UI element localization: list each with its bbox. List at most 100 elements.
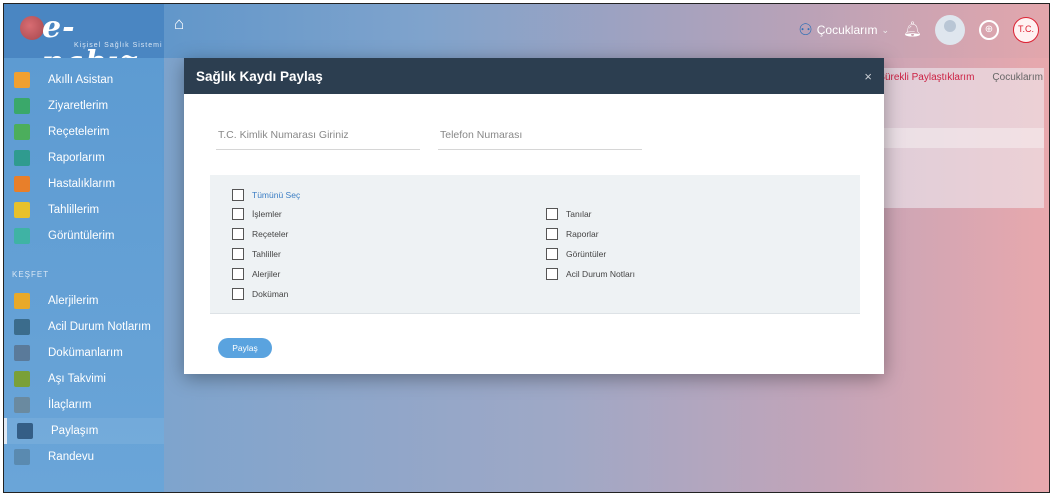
record-type-checkbox[interactable] xyxy=(546,268,558,280)
record-type-option[interactable]: Raporlar xyxy=(546,228,599,240)
record-type-option[interactable]: Tanılar xyxy=(546,208,592,220)
sidebar-item-label: Dokümanlarım xyxy=(48,347,123,359)
record-types-panel: Tümünü Seç İşlemler Reçeteler Tahliller Ale… xyxy=(210,175,860,314)
chevron-down-icon: ⌄ xyxy=(881,24,889,35)
tc-id-input[interactable] xyxy=(216,126,420,150)
ministry-logo[interactable]: T.C. xyxy=(1013,17,1039,43)
record-type-label: Doküman xyxy=(252,289,289,299)
assistant-icon xyxy=(14,72,30,88)
sidebar-item-label: Acil Durum Notlarım xyxy=(48,321,151,333)
recipient-fields xyxy=(216,126,642,150)
record-type-checkbox[interactable] xyxy=(232,268,244,280)
bell-icon[interactable]: 🔔︎ xyxy=(903,21,922,39)
imaging-icon xyxy=(14,228,30,244)
record-type-checkbox[interactable] xyxy=(546,208,558,220)
brand-subtitle: Kişisel Sağlık Sistemi xyxy=(74,42,163,49)
hospital-icon xyxy=(14,98,30,114)
sidebar-item-label: Reçetelerim xyxy=(48,126,110,138)
record-type-label: Raporlar xyxy=(566,229,599,239)
children-dropdown[interactable]: ⚇ Çocuklarım ⌄ xyxy=(798,20,889,40)
record-type-checkbox[interactable] xyxy=(546,248,558,260)
globe-icon[interactable]: ⊕ xyxy=(979,20,999,40)
medicine-icon xyxy=(14,397,30,413)
sidebar-item-label: Görüntülerim xyxy=(48,230,115,242)
emergency-note-icon xyxy=(14,319,30,335)
appointment-icon xyxy=(14,449,30,465)
allergy-icon xyxy=(14,293,30,309)
sidebar-item[interactable]: Acil Durum Notlarım xyxy=(4,314,164,340)
share-icon xyxy=(17,423,33,439)
illness-icon xyxy=(14,176,30,192)
sidebar-section-label: KEŞFET xyxy=(12,270,50,279)
record-type-label: Acil Durum Notları xyxy=(566,269,635,279)
report-icon xyxy=(14,150,30,166)
record-type-label: Görüntüler xyxy=(566,249,607,259)
close-icon[interactable]: × xyxy=(864,69,872,84)
record-type-checkbox[interactable] xyxy=(232,248,244,260)
record-type-option[interactable]: Reçeteler xyxy=(232,228,288,240)
sidebar-item[interactable]: Dokümanlarım xyxy=(4,340,164,366)
home-icon[interactable]: ⌂ xyxy=(174,14,184,34)
tab-continuous-shares[interactable]: Sürekli Paylaştıklarım xyxy=(878,72,974,83)
record-type-label: Alerjiler xyxy=(252,269,281,279)
avatar[interactable] xyxy=(935,15,965,45)
sidebar-item[interactable]: Paylaşım xyxy=(4,418,167,444)
record-type-label: Reçeteler xyxy=(252,229,289,239)
share-record-modal: Sağlık Kaydı Paylaş × Tümünü Seç İşlemle… xyxy=(184,58,884,374)
children-label: Çocuklarım xyxy=(816,23,878,37)
top-bar: e-nabız Kişisel Sağlık Sistemi ⌂ ⚇ Çocuk… xyxy=(4,4,1049,80)
children-icon: ⚇ xyxy=(798,22,813,39)
sidebar-item[interactable]: Görüntülerim xyxy=(4,223,164,249)
document-icon xyxy=(14,345,30,361)
sidebar-item-label: Randevu xyxy=(48,451,95,463)
vaccine-icon xyxy=(14,371,30,387)
record-type-option[interactable]: Doküman xyxy=(232,288,288,300)
phone-input[interactable] xyxy=(438,126,642,150)
select-all-option[interactable]: Tümünü Seç xyxy=(232,189,300,201)
tab-children[interactable]: Çocuklarım xyxy=(992,72,1043,83)
record-type-checkbox[interactable] xyxy=(546,228,558,240)
prescription-icon xyxy=(14,124,30,140)
sidebar-item[interactable]: Raporlarım xyxy=(4,145,164,171)
logo[interactable]: e-nabız Kişisel Sağlık Sistemi xyxy=(4,4,164,80)
sidebar-item-label: Paylaşım xyxy=(51,425,99,437)
record-type-checkbox[interactable] xyxy=(232,288,244,300)
record-type-option[interactable]: İşlemler xyxy=(232,208,282,220)
logo-mark-icon xyxy=(20,16,44,40)
sidebar-item[interactable]: Randevu xyxy=(4,444,164,470)
sidebar: Akıllı Asistan Ziyaretlerim Reçetelerim Rap… xyxy=(4,58,167,492)
sidebar-item[interactable]: Reçetelerim xyxy=(4,119,164,145)
record-type-option[interactable]: Acil Durum Notları xyxy=(546,268,635,280)
record-type-option[interactable]: Tahliller xyxy=(232,248,281,260)
sidebar-item[interactable]: Hastalıklarım xyxy=(4,171,164,197)
sidebar-item[interactable]: Aşı Takvimi xyxy=(4,366,164,392)
record-type-label: İşlemler xyxy=(252,209,282,219)
record-type-option[interactable]: Alerjiler xyxy=(232,268,280,280)
sidebar-item-label: Tahlillerim xyxy=(48,204,100,216)
record-type-label: Tanılar xyxy=(566,209,592,219)
header-actions: ⚇ Çocuklarım ⌄ 🔔︎ ⊕ T.C. xyxy=(798,12,1039,48)
sidebar-item-label: Raporlarım xyxy=(48,152,105,164)
lab-icon xyxy=(14,202,30,218)
record-type-checkbox[interactable] xyxy=(232,208,244,220)
record-type-checkbox[interactable] xyxy=(232,228,244,240)
sidebar-item-label: Alerjilerim xyxy=(48,295,99,307)
sidebar-item[interactable]: Tahlillerim xyxy=(4,197,164,223)
app-frame: e-nabız Kişisel Sağlık Sistemi ⌂ ⚇ Çocuk… xyxy=(3,3,1050,493)
select-all-checkbox[interactable] xyxy=(232,189,244,201)
sidebar-item[interactable]: İlaçlarım xyxy=(4,392,164,418)
modal-title: Sağlık Kaydı Paylaş xyxy=(196,68,323,84)
sidebar-item-label: İlaçlarım xyxy=(48,399,92,411)
record-type-label: Tahliller xyxy=(252,249,281,259)
record-type-option[interactable]: Görüntüler xyxy=(546,248,606,260)
sidebar-item[interactable]: Ziyaretlerim xyxy=(4,93,164,119)
sidebar-item[interactable]: Akıllı Asistan xyxy=(4,67,164,93)
share-button[interactable]: Paylaş xyxy=(218,338,272,358)
select-all-label: Tümünü Seç xyxy=(252,190,301,200)
sidebar-item-label: Hastalıklarım xyxy=(48,178,116,190)
sidebar-item-label: Aşı Takvimi xyxy=(48,373,106,385)
sidebar-item[interactable]: Alerjilerim xyxy=(4,288,164,314)
modal-header: Sağlık Kaydı Paylaş × xyxy=(184,58,884,94)
sidebar-item-label: Akıllı Asistan xyxy=(48,74,114,86)
sidebar-item-label: Ziyaretlerim xyxy=(48,100,109,112)
